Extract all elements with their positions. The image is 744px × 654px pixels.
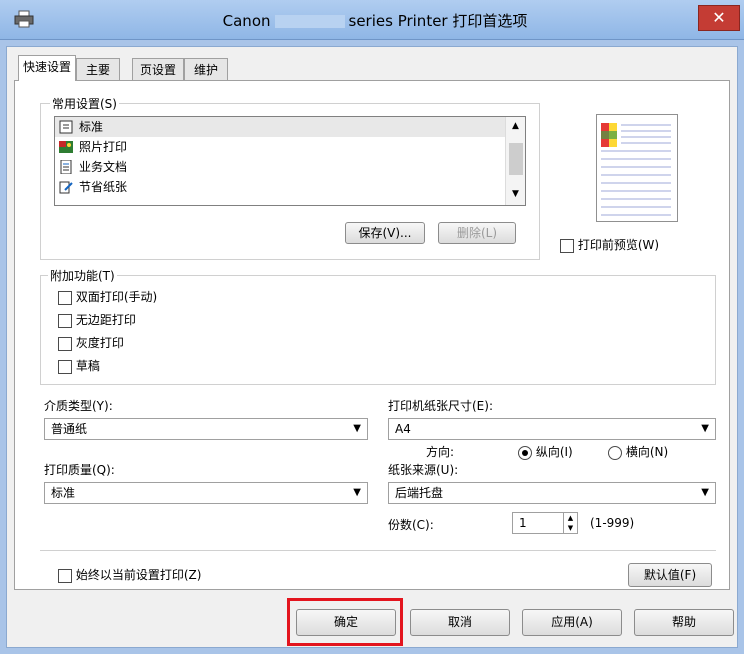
media-type-label: 介质类型(Y): [44, 399, 113, 413]
defaults-button[interactable]: 默认值(F) [628, 563, 712, 587]
paper-size-select[interactable]: A4 ▼ [388, 418, 716, 440]
print-quality-value: 标准 [51, 486, 76, 500]
always-print-check-box[interactable] [58, 568, 72, 583]
close-button[interactable]: ✕ [698, 5, 740, 31]
portrait-radio[interactable]: 纵向(I) [518, 443, 573, 460]
preview-image [601, 123, 671, 216]
chevron-down-icon: ▼ [701, 487, 709, 498]
list-item-photo[interactable]: 照片打印 [55, 137, 525, 157]
always-print-checkbox[interactable]: 始终以当前设置打印(Z) [58, 566, 201, 583]
portrait-label: 纵向(I) [535, 445, 573, 459]
chevron-down-icon: ▼ [353, 423, 361, 434]
paper-preview [596, 114, 678, 222]
paper-source-label: 纸张来源(U): [388, 463, 459, 477]
redacted-model [274, 15, 345, 28]
paper-source-select[interactable]: 后端托盘 ▼ [388, 482, 716, 504]
document-icon [59, 159, 73, 175]
standard-icon [59, 120, 73, 134]
save-button[interactable]: 保存(V)... [345, 222, 425, 244]
print-quality-select[interactable]: 标准 ▼ [44, 482, 368, 504]
list-item-business-doc[interactable]: 业务文档 [55, 157, 525, 177]
landscape-label: 横向(N) [625, 445, 669, 459]
ok-highlight-frame [287, 598, 403, 646]
help-button[interactable]: 帮助 [634, 609, 734, 636]
common-settings-list[interactable]: 标准 照片打印 业务文档 节省纸张 ▲ ▼ [54, 116, 526, 206]
tab-main[interactable]: 主要 [76, 58, 120, 80]
grayscale-check-box[interactable] [58, 336, 72, 351]
divider [40, 550, 716, 551]
window-title: Canon series Printer 打印首选项 [150, 10, 600, 32]
scroll-down-icon[interactable]: ▼ [512, 189, 519, 199]
common-settings-label: 常用设置(S) [50, 95, 119, 112]
grayscale-label: 灰度打印 [75, 336, 124, 350]
preview-checkbox[interactable]: 打印前预览(W) [560, 236, 659, 253]
always-print-label: 始终以当前设置打印(Z) [75, 568, 202, 582]
photo-icon [59, 140, 73, 154]
title-prefix: Canon [222, 12, 271, 30]
media-type-select[interactable]: 普通纸 ▼ [44, 418, 368, 440]
tab-quick-setup[interactable]: 快速设置 [18, 55, 76, 81]
scroll-up-icon[interactable]: ▲ [512, 121, 519, 131]
tab-page-setup[interactable]: 页设置 [132, 58, 184, 80]
preview-check-box[interactable] [560, 238, 574, 253]
chevron-down-icon: ▼ [353, 487, 361, 498]
draft-label: 草稿 [75, 359, 100, 373]
chevron-down-icon: ▼ [701, 423, 709, 434]
copies-range: (1-999) [590, 516, 635, 530]
copies-label: 份数(C): [388, 518, 434, 532]
preview-label: 打印前预览(W) [577, 238, 660, 252]
apply-button[interactable]: 应用(A) [522, 609, 622, 636]
grayscale-checkbox[interactable]: 灰度打印 [58, 334, 124, 351]
list-item-standard[interactable]: 标准 [55, 117, 525, 137]
borderless-label: 无边距打印 [75, 313, 136, 327]
additional-features-label: 附加功能(T) [48, 267, 117, 284]
paper-size-value: A4 [395, 422, 411, 436]
paper-saving-icon [59, 180, 73, 194]
copies-value: 1 [519, 516, 527, 530]
scroll-thumb[interactable] [509, 143, 523, 175]
paper-source-value: 后端托盘 [395, 486, 444, 500]
draft-checkbox[interactable]: 草稿 [58, 357, 100, 374]
cancel-button[interactable]: 取消 [410, 609, 510, 636]
duplex-manual-checkbox[interactable]: 双面打印(手动) [58, 288, 157, 305]
paper-size-label: 打印机纸张尺寸(E): [388, 399, 493, 413]
borderless-check-box[interactable] [58, 313, 72, 328]
landscape-radio-button[interactable] [608, 445, 622, 460]
copies-input[interactable]: 1 ▲ ▼ [512, 512, 578, 534]
list-scrollbar[interactable]: ▲ ▼ [505, 117, 525, 205]
orientation-label: 方向: [426, 445, 455, 459]
media-type-value: 普通纸 [51, 422, 88, 436]
printer-icon [14, 10, 34, 28]
draft-check-box[interactable] [58, 359, 72, 374]
list-item-paper-saving[interactable]: 节省纸张 [55, 177, 525, 197]
tab-maintenance[interactable]: 维护 [184, 58, 228, 80]
portrait-radio-button[interactable] [518, 445, 532, 460]
duplex-check-box[interactable] [58, 290, 72, 305]
duplex-label: 双面打印(手动) [75, 290, 158, 304]
copies-spinner-icon[interactable]: ▲ ▼ [563, 513, 577, 533]
borderless-checkbox[interactable]: 无边距打印 [58, 311, 136, 328]
delete-button[interactable]: 删除(L) [438, 222, 516, 244]
landscape-radio[interactable]: 横向(N) [608, 443, 668, 460]
title-suffix: series Printer 打印首选项 [348, 12, 528, 30]
print-quality-label: 打印质量(Q): [44, 463, 115, 477]
